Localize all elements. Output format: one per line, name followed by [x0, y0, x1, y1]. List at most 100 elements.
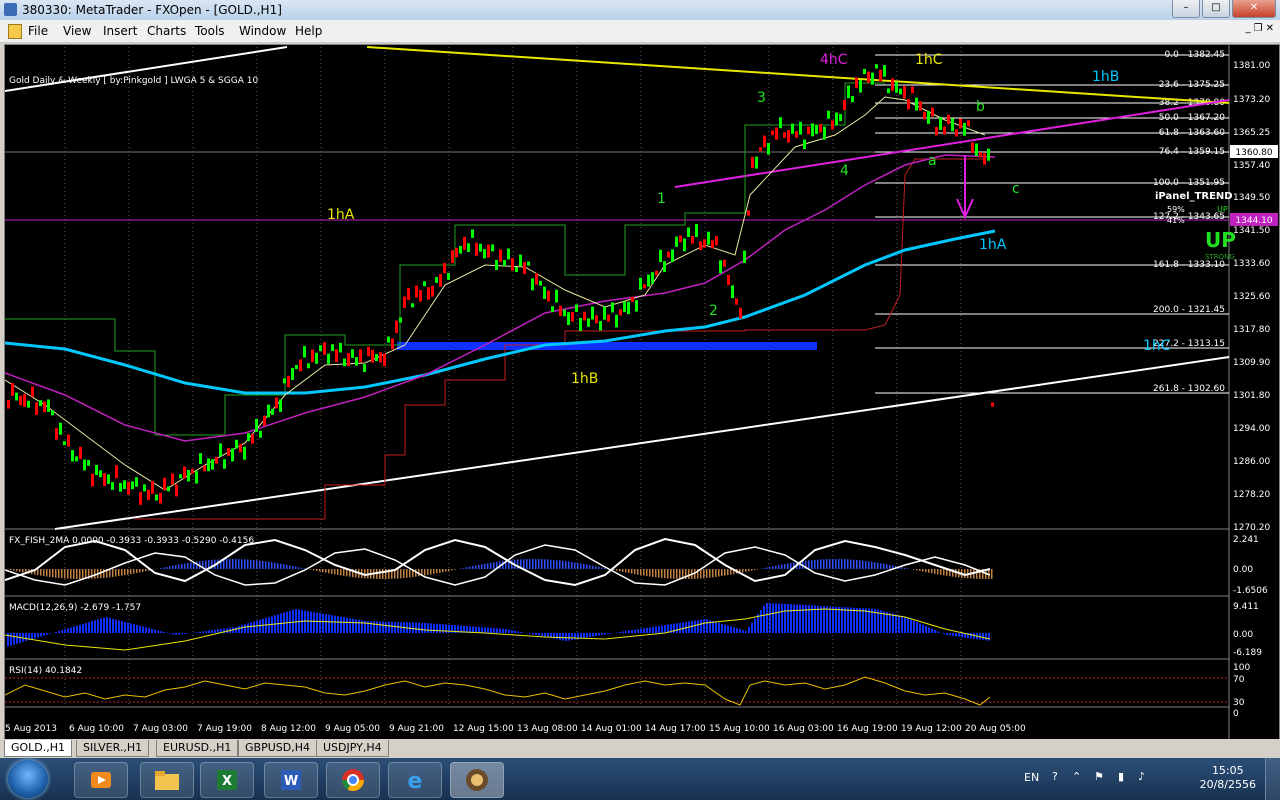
macd-bar — [628, 630, 630, 633]
chart-window[interactable]: 0.0 - 1382.45 23.6 - 1375.25 38.2 - 1370… — [4, 44, 1280, 740]
help-icon[interactable]: ? — [1052, 770, 1058, 783]
fish-bar — [181, 563, 183, 569]
candle — [479, 243, 482, 252]
fish-bar — [403, 569, 405, 579]
folder-icon[interactable] — [140, 762, 194, 798]
macd-bar — [391, 621, 393, 633]
fish-bar — [853, 559, 855, 569]
tab-silver-h1[interactable]: SILVER.,H1 — [76, 740, 150, 757]
macd-bar — [97, 619, 99, 633]
fish-bar — [835, 559, 837, 569]
menu-view[interactable]: View — [63, 24, 91, 38]
close-button[interactable]: ✕ — [1232, 0, 1276, 18]
candle — [31, 386, 34, 397]
show-desktop-button[interactable] — [1265, 758, 1280, 800]
candle — [575, 304, 578, 313]
macd-bar — [544, 633, 546, 637]
tab-gold-h1[interactable]: GOLD.,H1 — [4, 740, 73, 757]
fish-bar — [160, 568, 162, 569]
candle — [971, 142, 974, 153]
menu-help[interactable]: Help — [295, 24, 322, 38]
support-zone[interactable] — [397, 342, 817, 350]
candle — [615, 314, 618, 328]
macd-bar — [319, 613, 321, 633]
tab-gbpusd-h4[interactable]: GBPUSD,H4 — [238, 740, 317, 757]
candle — [387, 336, 390, 343]
minimize-button[interactable]: – — [1172, 0, 1200, 18]
mdi-close-icon[interactable]: ✕ — [1266, 23, 1274, 34]
fish-bar — [538, 559, 540, 569]
language-indicator[interactable]: EN — [1024, 771, 1039, 784]
metatrader-taskbar-icon[interactable] — [450, 762, 504, 798]
macd-bar — [382, 621, 384, 633]
fish-bar — [886, 564, 888, 569]
macd-bar — [655, 626, 657, 633]
macd-bar — [592, 633, 594, 637]
media-player-icon[interactable] — [74, 762, 128, 798]
macd-bar — [790, 604, 792, 633]
price-tick: 1270.20 — [1233, 523, 1270, 533]
tab-eurusd-h1[interactable]: EURUSD.,H1 — [156, 740, 239, 757]
macd-bar — [157, 630, 159, 633]
fish-bar — [550, 559, 552, 569]
fish-bar — [142, 569, 144, 572]
macd-bar — [796, 604, 798, 633]
maximize-button[interactable]: □ — [1202, 0, 1230, 18]
chart-document-icon[interactable] — [8, 24, 22, 39]
mdi-restore-icon[interactable]: ❐ — [1254, 23, 1263, 34]
candle — [795, 131, 798, 138]
candle — [247, 433, 250, 442]
volume-icon[interactable]: ♪ — [1138, 770, 1145, 783]
fish-bar — [463, 567, 465, 569]
price-chart[interactable]: 0.0 - 1382.45 23.6 - 1375.25 38.2 - 1370… — [5, 45, 1279, 739]
start-button[interactable] — [8, 760, 48, 798]
magenta-trendline[interactable] — [674, 99, 1230, 188]
macd-bar — [49, 633, 51, 634]
macd-bar — [787, 604, 789, 633]
candle — [859, 80, 862, 93]
chrome-icon[interactable] — [326, 762, 380, 798]
candle — [931, 107, 934, 117]
network-icon[interactable]: ▮ — [1118, 770, 1124, 783]
menu-charts[interactable]: Charts — [147, 24, 186, 38]
candle — [279, 399, 282, 412]
fish-bar — [175, 565, 177, 569]
internet-explorer-icon[interactable]: e — [388, 762, 442, 798]
macd-bar — [244, 624, 246, 633]
menu-insert[interactable]: Insert — [103, 24, 137, 38]
tab-usdjpy-h4[interactable]: USDJPY,H4 — [316, 740, 389, 757]
tray-arrow-icon[interactable]: ⌃ — [1072, 770, 1081, 783]
macd-bar — [151, 628, 153, 633]
menu-tools[interactable]: Tools — [195, 24, 225, 38]
fish-bar — [163, 567, 165, 569]
clock[interactable]: 15:05 20/8/2556 — [1200, 764, 1256, 792]
time-tick: 16 Aug 19:00 — [837, 724, 898, 734]
rsi-tick-70: 70 — [1233, 675, 1245, 685]
candle — [663, 261, 666, 273]
macd-bar — [427, 623, 429, 633]
fish-bar — [658, 569, 660, 578]
fish-tick-zero: 0.00 — [1233, 565, 1253, 575]
fish-bar — [643, 569, 645, 576]
fish-bar — [55, 569, 57, 578]
macd-bar — [610, 633, 612, 634]
fish-bar — [178, 564, 180, 569]
macd-bar — [337, 616, 339, 633]
macd-bar — [616, 632, 618, 633]
fish-bar — [310, 569, 312, 570]
candle — [515, 266, 518, 273]
menu-window[interactable]: Window — [239, 24, 286, 38]
word-icon[interactable]: W — [264, 762, 318, 798]
candle — [299, 359, 302, 372]
candle — [347, 352, 350, 366]
fish-bar — [664, 569, 666, 579]
candle — [79, 446, 82, 460]
candle — [271, 408, 274, 415]
excel-icon[interactable]: X — [200, 762, 254, 798]
menu-file[interactable]: File — [28, 24, 48, 38]
white-trendline-bottom[interactable] — [54, 356, 1230, 530]
candle — [363, 364, 366, 372]
fish-bar — [442, 569, 444, 573]
mdi-minimize-icon[interactable]: _ — [1246, 23, 1251, 34]
action-center-icon[interactable]: ⚑ — [1094, 770, 1104, 783]
